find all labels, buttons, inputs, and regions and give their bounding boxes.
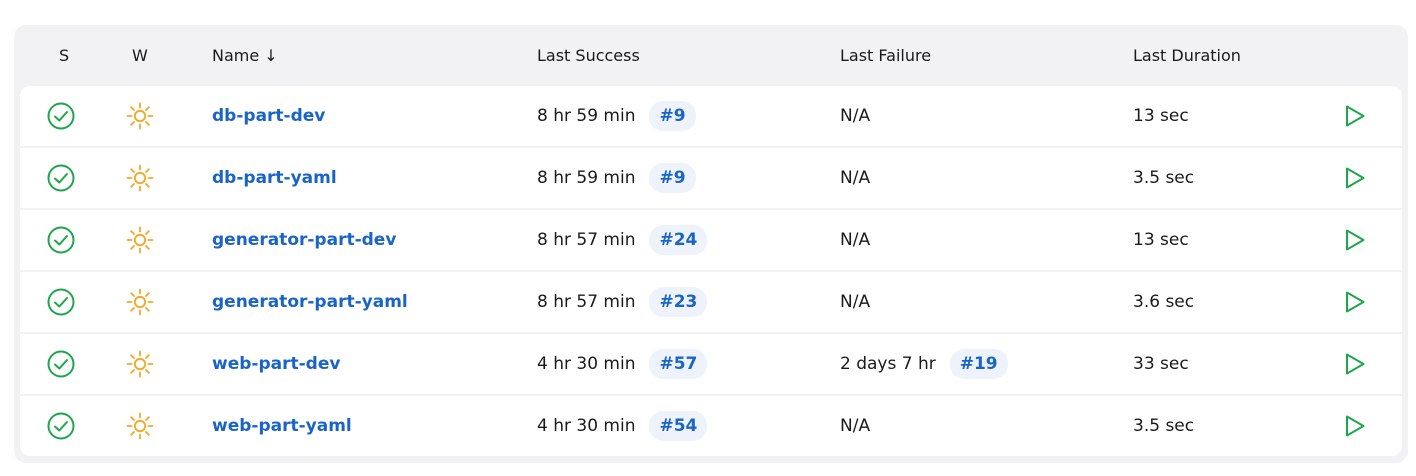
last-success-build-link[interactable]: #9 bbox=[649, 163, 696, 193]
job-name-cell: db-part-yaml bbox=[212, 148, 337, 208]
last-failure-time: N/A bbox=[840, 106, 871, 126]
job-name-cell: generator-part-dev bbox=[212, 210, 396, 270]
sunny-weather-icon bbox=[126, 396, 156, 456]
sunny-weather-icon bbox=[126, 86, 156, 146]
table-body: db-part-dev 8 hr 59 min #9 N/A 13 sec db-part… bbox=[20, 86, 1402, 456]
last-success-cell: 8 hr 57 min #23 bbox=[537, 272, 708, 332]
table-row: generator-part-yaml 8 hr 57 min #23 N/A 3.6 … bbox=[20, 272, 1402, 332]
last-duration-value: 13 sec bbox=[1133, 230, 1189, 250]
job-name-link[interactable]: db-part-yaml bbox=[212, 168, 337, 188]
table-row: web-part-dev 4 hr 30 min #57 2 days 7 hr #19… bbox=[20, 334, 1402, 394]
job-name-cell: web-part-dev bbox=[212, 334, 340, 394]
success-check-icon bbox=[46, 210, 76, 270]
column-header-status[interactable]: S bbox=[59, 47, 69, 65]
last-failure-cell: N/A bbox=[840, 148, 870, 208]
table-row: db-part-dev 8 hr 59 min #9 N/A 13 sec bbox=[20, 86, 1402, 146]
last-success-time: 4 hr 30 min bbox=[537, 354, 636, 374]
run-build-icon[interactable] bbox=[1344, 396, 1374, 456]
run-build-icon[interactable] bbox=[1344, 148, 1374, 208]
last-duration-cell: 3.5 sec bbox=[1133, 148, 1194, 208]
last-failure-time: N/A bbox=[840, 168, 871, 188]
last-duration-value: 3.5 sec bbox=[1133, 168, 1195, 188]
last-success-build-link[interactable]: #54 bbox=[649, 411, 708, 441]
last-success-build-link[interactable]: #9 bbox=[649, 101, 696, 131]
last-duration-cell: 3.6 sec bbox=[1133, 272, 1194, 332]
column-header-name[interactable]: Name ↓ bbox=[212, 47, 278, 65]
run-build-icon[interactable] bbox=[1344, 334, 1374, 394]
job-name-link[interactable]: generator-part-dev bbox=[212, 230, 396, 250]
column-header-weather[interactable]: W bbox=[132, 47, 148, 65]
last-success-build-link[interactable]: #23 bbox=[649, 287, 708, 317]
last-success-cell: 8 hr 59 min #9 bbox=[537, 86, 696, 146]
last-duration-value: 3.5 sec bbox=[1133, 416, 1195, 436]
job-name-link[interactable]: web-part-yaml bbox=[212, 416, 352, 436]
last-duration-cell: 13 sec bbox=[1133, 86, 1189, 146]
last-duration-value: 3.6 sec bbox=[1133, 292, 1195, 312]
last-success-cell: 8 hr 59 min #9 bbox=[537, 148, 696, 208]
sunny-weather-icon bbox=[126, 272, 156, 332]
success-check-icon bbox=[46, 272, 76, 332]
job-name-link[interactable]: generator-part-yaml bbox=[212, 292, 408, 312]
last-success-time: 8 hr 59 min bbox=[537, 106, 636, 126]
last-duration-cell: 33 sec bbox=[1133, 334, 1189, 394]
last-success-build-link[interactable]: #24 bbox=[649, 225, 708, 255]
last-duration-cell: 3.5 sec bbox=[1133, 396, 1194, 456]
success-check-icon bbox=[46, 148, 76, 208]
table-header: S W Name ↓ Last Success Last Failure Las… bbox=[14, 25, 1408, 85]
column-header-last-success[interactable]: Last Success bbox=[537, 47, 640, 65]
last-duration-value: 33 sec bbox=[1133, 354, 1189, 374]
success-check-icon bbox=[46, 396, 76, 456]
last-success-time: 4 hr 30 min bbox=[537, 416, 636, 436]
last-failure-cell: N/A bbox=[840, 272, 870, 332]
last-success-time: 8 hr 57 min bbox=[537, 230, 636, 250]
job-name-cell: db-part-dev bbox=[212, 86, 325, 146]
job-name-cell: generator-part-yaml bbox=[212, 272, 408, 332]
last-success-time: 8 hr 57 min bbox=[537, 292, 636, 312]
column-header-last-duration[interactable]: Last Duration bbox=[1133, 47, 1241, 65]
last-success-build-link[interactable]: #57 bbox=[649, 349, 708, 379]
last-duration-cell: 13 sec bbox=[1133, 210, 1189, 270]
last-success-cell: 4 hr 30 min #57 bbox=[537, 334, 708, 394]
table-row: generator-part-dev 8 hr 57 min #24 N/A 13 se… bbox=[20, 210, 1402, 270]
run-build-icon[interactable] bbox=[1344, 86, 1374, 146]
job-name-link[interactable]: web-part-dev bbox=[212, 354, 340, 374]
column-header-last-failure[interactable]: Last Failure bbox=[840, 47, 931, 65]
last-failure-cell: 2 days 7 hr #19 bbox=[840, 334, 1008, 394]
last-duration-value: 13 sec bbox=[1133, 106, 1189, 126]
job-table: S W Name ↓ Last Success Last Failure Las… bbox=[14, 25, 1408, 463]
job-name-link[interactable]: db-part-dev bbox=[212, 106, 325, 126]
job-name-cell: web-part-yaml bbox=[212, 396, 352, 456]
last-success-cell: 8 hr 57 min #24 bbox=[537, 210, 708, 270]
last-success-cell: 4 hr 30 min #54 bbox=[537, 396, 708, 456]
sunny-weather-icon bbox=[126, 334, 156, 394]
sunny-weather-icon bbox=[126, 210, 156, 270]
last-failure-time: 2 days 7 hr bbox=[840, 354, 936, 374]
last-failure-cell: N/A bbox=[840, 210, 870, 270]
last-failure-build-link[interactable]: #19 bbox=[949, 349, 1008, 379]
run-build-icon[interactable] bbox=[1344, 272, 1374, 332]
last-failure-cell: N/A bbox=[840, 86, 870, 146]
last-success-time: 8 hr 59 min bbox=[537, 168, 636, 188]
run-build-icon[interactable] bbox=[1344, 210, 1374, 270]
sunny-weather-icon bbox=[126, 148, 156, 208]
last-failure-cell: N/A bbox=[840, 396, 870, 456]
success-check-icon bbox=[46, 334, 76, 394]
last-failure-time: N/A bbox=[840, 230, 871, 250]
last-failure-time: N/A bbox=[840, 416, 871, 436]
table-row: db-part-yaml 8 hr 59 min #9 N/A 3.5 sec bbox=[20, 148, 1402, 208]
last-failure-time: N/A bbox=[840, 292, 871, 312]
table-row: web-part-yaml 4 hr 30 min #54 N/A 3.5 sec bbox=[20, 396, 1402, 456]
success-check-icon bbox=[46, 86, 76, 146]
